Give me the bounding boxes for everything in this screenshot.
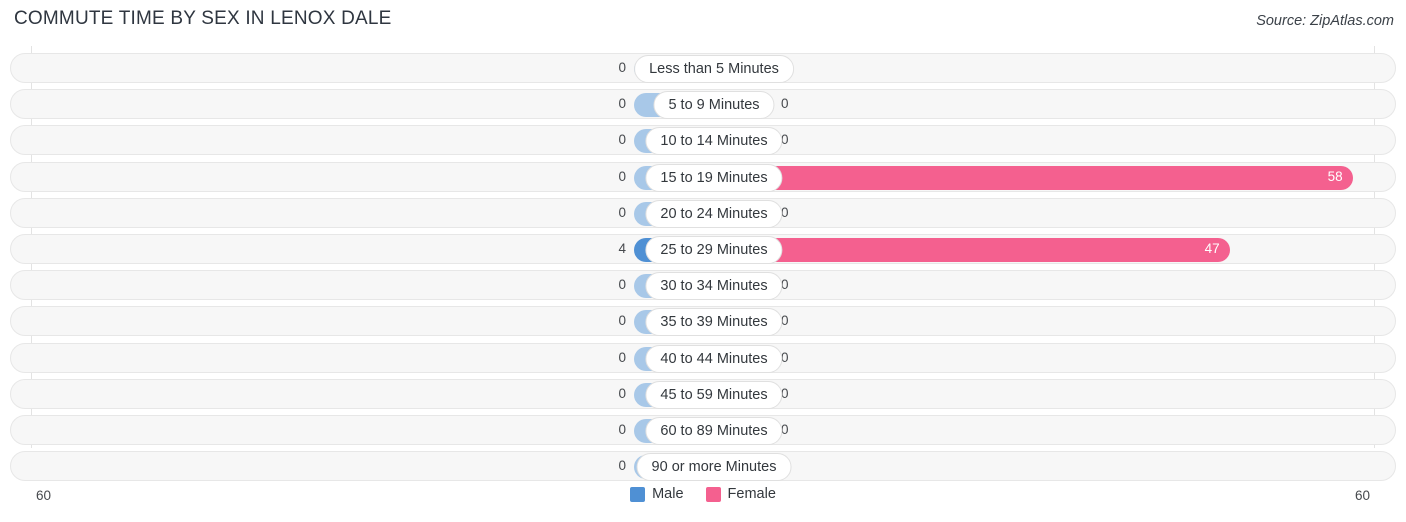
category-label-pill: 15 to 19 Minutes [645,163,783,192]
category-label-pill: 10 to 14 Minutes [645,127,783,156]
table-row[interactable]: 0 0 10 to 14 Minutes [10,125,1396,156]
value-male: 0 [618,422,626,437]
category-label-pill: 45 to 59 Minutes [645,380,783,409]
category-label-pill: 30 to 34 Minutes [645,272,783,301]
table-row[interactable]: 0 0 35 to 39 Minutes [10,306,1396,337]
source-attribution: Source: ZipAtlas.com [1256,13,1394,29]
category-label-pill: 90 or more Minutes [636,453,792,482]
chart-container: COMMUTE TIME BY SEX IN LENOX DALE Source… [0,0,1406,522]
row-content: 0 0 60 to 89 Minutes [11,416,1395,445]
legend-swatch-female-icon [705,486,721,502]
value-female: 58 [1327,168,1343,184]
category-label-pill: 35 to 39 Minutes [645,308,783,337]
row-content: 0 0 10 to 14 Minutes [11,126,1395,156]
value-male: 0 [618,168,626,184]
value-male: 4 [618,241,626,256]
legend-swatch-male-icon [630,486,646,502]
category-label-pill: 40 to 44 Minutes [645,344,783,373]
value-male: 0 [618,313,626,329]
legend-label-male: Male [652,486,684,502]
row-content: 0 58 15 to 19 Minutes [11,163,1395,192]
value-male: 0 [618,349,626,365]
row-content: 0 0 35 to 39 Minutes [11,307,1395,337]
table-row[interactable]: 0 0 20 to 24 Minutes [10,197,1396,228]
value-male: 0 [618,204,626,220]
table-row[interactable]: 00Less than 5 Minutes [10,53,1396,83]
category-label-pill: 25 to 29 Minutes [645,236,783,264]
legend-item-male[interactable]: Male [630,486,684,502]
table-row[interactable]: 0 0 30 to 34 Minutes [10,270,1396,301]
bar-female[interactable] [704,165,1353,190]
legend-label-female: Female [727,486,776,502]
value-male: 0 [618,277,626,293]
value-male: 0 [618,96,626,112]
legend-item-female[interactable]: Female [705,486,776,502]
category-label-pill: 20 to 24 Minutes [645,199,783,228]
row-content: 0 0 20 to 24 Minutes [11,199,1395,228]
category-label-pill: 5 to 9 Minutes [653,91,775,120]
row-content: 0090 or more Minutes [11,452,1395,482]
value-male: 0 [618,132,626,148]
table-row[interactable]: 0 0 40 to 44 Minutes [10,342,1396,373]
row-content: 0 0 40 to 44 Minutes [11,344,1395,373]
value-female: 47 [1204,241,1220,256]
table-row[interactable]: 4 47 25 to 29 Minutes [10,234,1396,264]
row-content: 0 0 30 to 34 Minutes [11,271,1395,301]
table-row[interactable]: 0 0 5 to 9 Minutes [10,89,1396,120]
plot-area: 0 0 Less than 5 Minutes 0 0 5 to 9 Minutes 0 0 1… [0,46,1406,482]
bar-female[interactable] [704,238,1230,262]
value-male: 0 [618,385,626,401]
category-label-pill: 60 to 89 Minutes [645,417,783,445]
row-content: 0 0 5 to 9 Minutes [11,90,1395,120]
row-content: 4 47 25 to 29 Minutes [11,235,1395,264]
table-row[interactable]: 0 0 60 to 89 Minutes [10,415,1396,445]
value-male: 0 [618,458,626,474]
value-female: 0 [781,96,789,112]
table-row[interactable]: 0090 or more Minutes [10,451,1396,482]
row-content: 00Less than 5 Minutes [11,54,1395,83]
table-row[interactable]: 0 58 15 to 19 Minutes [10,161,1396,192]
page-title: COMMUTE TIME BY SEX IN LENOX DALE [14,8,392,29]
table-row[interactable]: 0 0 45 to 59 Minutes [10,378,1396,409]
category-label-pill: Less than 5 Minutes [634,55,794,83]
value-male: 0 [618,60,626,75]
chart-legend: Male Female [0,486,1406,502]
row-content: 0 0 45 to 59 Minutes [11,380,1395,409]
